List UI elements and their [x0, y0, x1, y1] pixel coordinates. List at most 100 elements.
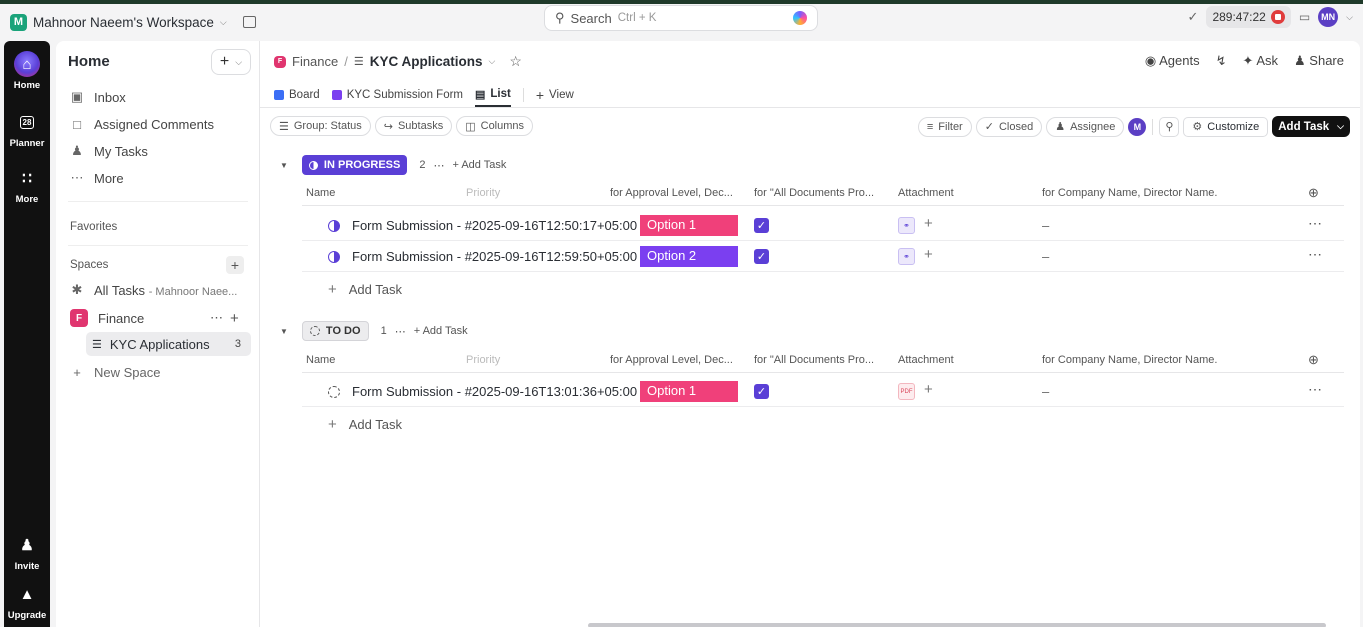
closed-button[interactable]: ✓ Closed	[975, 116, 1043, 137]
share-button[interactable]: ♟ Share	[1294, 53, 1344, 69]
workspace-switcher[interactable]: M Mahnoor Naeem's Workspace ⌵	[10, 13, 227, 31]
column-header[interactable]: for Company Name, Director Name.	[1042, 187, 1217, 199]
sidebar-item-assigned-comments[interactable]: □ Assigned Comments	[70, 111, 255, 137]
checkbox[interactable]: ✓	[754, 249, 769, 264]
column-header[interactable]: for Company Name, Director Name.	[1042, 354, 1217, 366]
add-attachment-icon[interactable]: +	[924, 215, 933, 232]
attachment-icon[interactable]: ⚭	[898, 248, 915, 265]
group-by-button[interactable]: ☰ Group: Status	[270, 116, 371, 136]
subtasks-button[interactable]: ↪ Subtasks	[374, 116, 453, 136]
add-attachment-icon[interactable]: +	[924, 381, 933, 398]
dropdown-value[interactable]: Option 2	[640, 246, 738, 267]
task-name[interactable]: Form Submission - #2025-09-16T12:50:17+0…	[352, 218, 637, 233]
breadcrumb-space[interactable]: Finance	[292, 54, 338, 69]
add-column-icon[interactable]: ⊕	[1308, 185, 1319, 201]
pdf-icon[interactable]: PDF	[898, 383, 915, 400]
ask-button[interactable]: ✦ Ask	[1243, 53, 1278, 69]
search-input[interactable]: ⚲ Search Ctrl + K	[544, 5, 818, 31]
column-header[interactable]: Name	[306, 187, 335, 199]
column-header[interactable]: for "All Documents Pro...	[754, 354, 874, 366]
collapse-icon[interactable]: ▼	[280, 161, 288, 170]
rail-more[interactable]: ∷ More	[4, 165, 50, 205]
tab-list[interactable]: ▤ List	[475, 83, 511, 107]
column-header[interactable]: for "All Documents Pro...	[754, 187, 874, 199]
collapse-icon[interactable]: ▼	[280, 327, 288, 336]
columns-button[interactable]: ◫ Columns	[456, 116, 534, 136]
dropdown-value[interactable]: Option 1	[640, 381, 738, 402]
chevron-down-icon[interactable]: ⌵	[1346, 12, 1353, 23]
chevron-down-icon[interactable]: ⌵	[489, 56, 496, 67]
tab-board[interactable]: Board	[274, 83, 320, 107]
column-header[interactable]: Priority	[466, 187, 500, 199]
group-add-task[interactable]: + Add Task	[414, 325, 468, 337]
assignee-button[interactable]: ♟ Assignee	[1046, 116, 1125, 137]
agents-button[interactable]: ◉ Agents	[1145, 53, 1200, 69]
stop-timer-icon[interactable]	[1270, 10, 1285, 24]
more-dots-icon[interactable]: ⋯	[433, 159, 444, 172]
column-header[interactable]: Attachment	[898, 354, 954, 366]
filter-button[interactable]: ≡ Filter	[917, 116, 972, 137]
rail-invite[interactable]: ♟ Invite	[4, 532, 50, 572]
sidebar-item-inbox[interactable]: ▣ Inbox	[70, 84, 255, 110]
table-row[interactable]: Form Submission - #2025-09-16T13:01:36+0…	[302, 376, 1344, 407]
attachment-icon[interactable]: ⚭	[898, 217, 915, 234]
me-avatar[interactable]: M	[1128, 117, 1147, 136]
calendar-icon[interactable]	[242, 16, 256, 28]
add-view-button[interactable]: + View	[536, 83, 574, 107]
sidebar-item-more[interactable]: ⋯ More	[70, 165, 255, 191]
rail-upgrade[interactable]: ▲ Upgrade	[4, 581, 50, 622]
breadcrumb-list[interactable]: KYC Applications	[370, 54, 483, 69]
add-task-row[interactable]: + Add Task	[328, 281, 402, 298]
task-name[interactable]: Form Submission - #2025-09-16T13:01:36+0…	[352, 384, 637, 399]
star-icon[interactable]: ☆	[509, 53, 522, 70]
group-add-task[interactable]: + Add Task	[452, 159, 506, 171]
sidebar-create-button[interactable]: + ⌵	[211, 49, 251, 75]
checkbox[interactable]: ✓	[754, 218, 769, 233]
customize-button[interactable]: ⚙ Customize	[1183, 116, 1269, 137]
more-dots-icon[interactable]: ⋯	[210, 310, 223, 326]
add-task-button[interactable]: Add Task ⌵	[1272, 116, 1350, 137]
automation-icon[interactable]: ↯	[1216, 53, 1227, 69]
more-dots-icon[interactable]: ⋯	[1308, 215, 1323, 232]
chevron-down-icon[interactable]: ⌵	[1337, 121, 1344, 132]
add-task-row[interactable]: + Add Task	[328, 416, 402, 433]
rail-planner[interactable]: 28 Planner	[4, 109, 50, 149]
tab-form[interactable]: KYC Submission Form	[331, 83, 463, 107]
column-header[interactable]: Name	[306, 354, 335, 366]
ai-brain-icon[interactable]	[793, 11, 807, 25]
task-name[interactable]: Form Submission - #2025-09-16T12:59:50+0…	[352, 249, 637, 264]
check-circle-icon[interactable]: ✓	[1188, 9, 1199, 25]
user-avatar[interactable]: MN	[1318, 7, 1339, 27]
add-attachment-icon[interactable]: +	[924, 246, 933, 263]
more-dots-icon[interactable]: ⋯	[1308, 246, 1323, 263]
column-header[interactable]: for Approval Level, Dec...	[610, 354, 733, 366]
plus-icon[interactable]: +	[230, 310, 239, 327]
video-icon[interactable]: ▭	[1299, 10, 1310, 24]
status-icon[interactable]	[328, 220, 340, 232]
search-tasks-button[interactable]: ⚲	[1159, 116, 1180, 137]
time-tracker[interactable]: 289:47:22	[1206, 6, 1291, 28]
sidebar-item-kyc-applications[interactable]: ☰ KYC Applications 3	[86, 332, 251, 356]
sidebar-item-my-tasks[interactable]: ♟ My Tasks	[70, 138, 255, 164]
column-header[interactable]: Attachment	[898, 187, 954, 199]
add-column-icon[interactable]: ⊕	[1308, 352, 1319, 368]
dropdown-value[interactable]: Option 1	[640, 215, 738, 236]
status-icon[interactable]	[328, 386, 340, 398]
column-header[interactable]: Priority	[466, 354, 500, 366]
column-header[interactable]: for Approval Level, Dec...	[610, 187, 733, 199]
sidebar-item-finance[interactable]: F Finance ⋯ +	[70, 305, 255, 331]
status-icon[interactable]	[328, 251, 340, 263]
more-dots-icon[interactable]: ⋯	[1308, 381, 1323, 398]
status-badge[interactable]: TO DO	[301, 321, 369, 341]
more-dots-icon[interactable]: ⋯	[395, 325, 406, 338]
table-row[interactable]: Form Submission - #2025-09-16T12:50:17+0…	[302, 210, 1344, 241]
rail-home[interactable]: ⌂ Home	[4, 51, 50, 91]
sidebar-item-new-space[interactable]: + New Space	[70, 359, 255, 385]
sidebar-item-all-tasks[interactable]: ✱ All Tasks - Mahnoor Naee...	[70, 277, 255, 303]
table-row[interactable]: Form Submission - #2025-09-16T12:59:50+0…	[302, 241, 1344, 272]
status-badge[interactable]: IN PROGRESS	[301, 155, 408, 175]
add-space-button[interactable]: +	[226, 256, 244, 274]
horizontal-scrollbar[interactable]	[588, 623, 1326, 627]
checkbox[interactable]: ✓	[754, 384, 769, 399]
empty-value: –	[1042, 384, 1050, 399]
